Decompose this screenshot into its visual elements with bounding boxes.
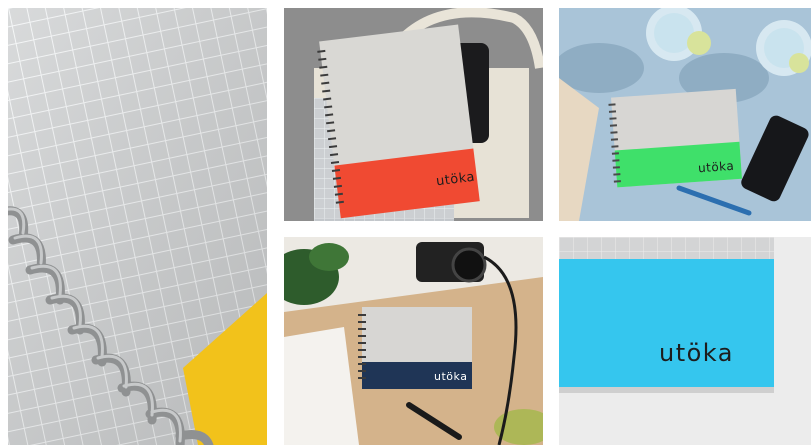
notebook-brand-label: utöka bbox=[434, 370, 468, 383]
navy-notebook-illustration bbox=[284, 237, 543, 445]
photo-macro-grid-spiral bbox=[8, 8, 267, 445]
red-notebook-illustration bbox=[284, 8, 543, 221]
photo-navy-notebook-desk: utöka bbox=[284, 237, 543, 445]
photo-red-notebook-bag: utöka bbox=[284, 8, 543, 221]
photo-green-notebook-drinks: utöka bbox=[559, 8, 811, 221]
cover-brand-label: utöka bbox=[659, 339, 734, 367]
notebook-brand-label: utöka bbox=[697, 158, 735, 176]
photo-cyan-cover-closeup: utöka bbox=[559, 237, 811, 445]
green-notebook-illustration bbox=[559, 8, 811, 221]
macro-grid-illustration bbox=[8, 8, 267, 445]
